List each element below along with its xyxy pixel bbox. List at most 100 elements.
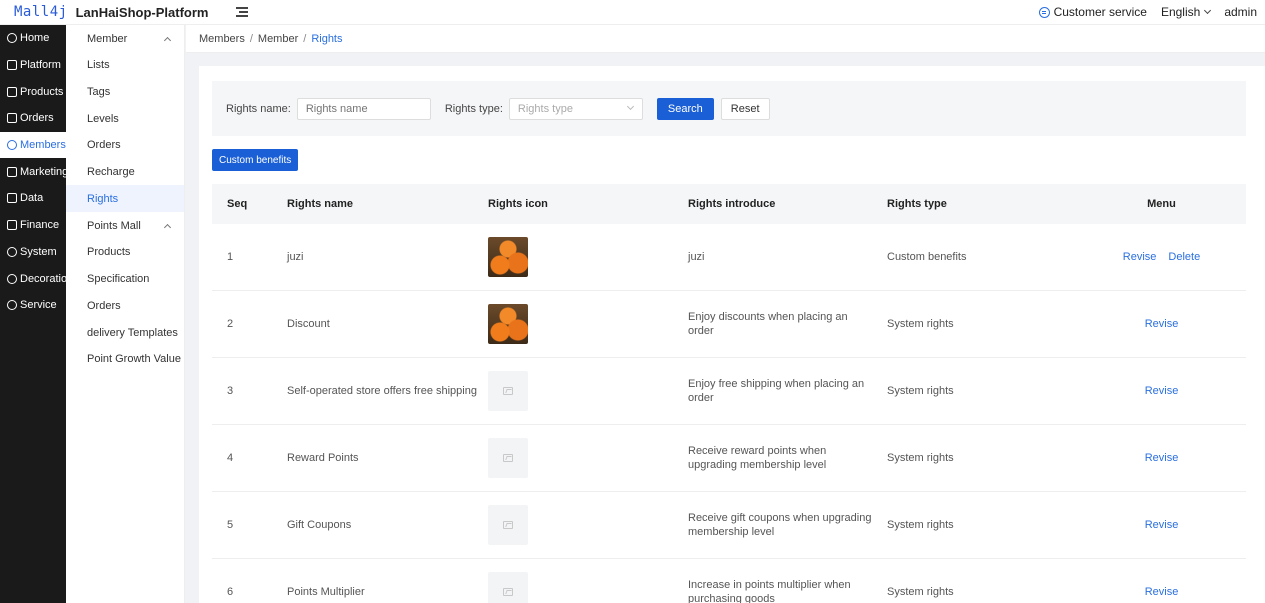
marketing-icon [7, 166, 17, 177]
rights-name-label: Rights name: [226, 102, 291, 115]
nav-label: Data [20, 192, 44, 205]
column-header: Rights introduce [688, 198, 776, 210]
submenu-item-tags[interactable]: Tags [66, 79, 184, 106]
nav-item-home[interactable]: Home [0, 25, 66, 52]
breadcrumb-separator: / [249, 32, 253, 45]
rights-type-cell: Custom benefits [887, 251, 967, 263]
seq-cell: 3 [227, 385, 234, 397]
submenu-group-points-mall[interactable]: Points Mall [66, 212, 184, 239]
custom-benefits-button[interactable]: Custom benefits [212, 149, 299, 171]
search-button[interactable]: Search [656, 97, 714, 120]
finance-icon [7, 220, 17, 231]
submenu-item-points-orders[interactable]: Orders [66, 293, 184, 320]
nav-item-finance[interactable]: Finance [0, 212, 66, 239]
members-icon [7, 140, 17, 151]
rights-name-input[interactable] [296, 97, 431, 120]
platform-icon [7, 60, 17, 71]
revise-button[interactable]: Revise [1145, 519, 1179, 531]
table-row: 3 Self-operated store offers free shippi… [212, 358, 1246, 425]
nav-label: Marketing [20, 165, 66, 178]
revise-button[interactable]: Revise [1123, 251, 1157, 263]
content-card: Rights name: Rights type: Rights type Se… [199, 66, 1265, 603]
language-label: English [1160, 5, 1201, 19]
service-icon [7, 300, 17, 311]
rights-type-cell: System rights [887, 318, 954, 330]
rights-intro-cell: Receive gift coupons when upgrading memb… [688, 512, 872, 538]
submenu-group-label: Points Mall [87, 219, 141, 232]
breadcrumb-current: Rights [311, 32, 343, 45]
menu-fold-icon[interactable] [236, 7, 249, 17]
revise-button[interactable]: Revise [1145, 385, 1179, 397]
column-header: Rights type [887, 198, 947, 210]
image-placeholder-icon [488, 505, 528, 545]
delete-button[interactable]: Delete [1168, 251, 1200, 263]
rights-type-cell: System rights [887, 385, 954, 397]
breadcrumb-item[interactable]: Members [199, 33, 245, 45]
search-form: Rights name: Rights type: Rights type Se… [212, 81, 1246, 136]
submenu-item-points-products[interactable]: Products [66, 239, 184, 266]
main-nav: Home Platform Products Orders Members Ma… [0, 25, 66, 603]
nav-item-products[interactable]: Products [0, 78, 66, 105]
menu-cell: Revise Delete [1077, 251, 1246, 263]
menu-cell: Revise [1077, 385, 1246, 397]
seq-cell: 2 [227, 318, 234, 330]
rights-icon-cell [488, 572, 688, 603]
submenu-item-delivery-templates[interactable]: delivery Templates [66, 319, 184, 346]
user-menu[interactable]: admin [1224, 5, 1257, 19]
submenu-item-specification[interactable]: Specification [66, 266, 184, 293]
submenu-item-recharge[interactable]: Recharge [66, 159, 184, 186]
nav-item-data[interactable]: Data [0, 185, 66, 212]
customer-service-label: Customer service [1053, 5, 1147, 19]
nav-item-service[interactable]: Service [0, 292, 66, 319]
logo: Mall4j [14, 4, 68, 20]
breadcrumb-item[interactable]: Member [258, 33, 298, 45]
submenu-item-orders[interactable]: Orders [66, 132, 184, 159]
table-header: Seq Rights name Rights icon Rights intro… [212, 184, 1246, 224]
submenu-item-lists[interactable]: Lists [66, 52, 184, 79]
language-select[interactable]: English [1160, 5, 1212, 19]
nav-item-orders[interactable]: Orders [0, 105, 66, 132]
image-placeholder-icon [488, 371, 528, 411]
rights-type-select[interactable]: Rights type [508, 97, 643, 120]
rights-table: Seq Rights name Rights icon Rights intro… [212, 184, 1246, 603]
rights-name-cell: juzi [287, 251, 304, 263]
rights-type-placeholder: Rights type [517, 102, 573, 115]
table-row: 1 juzi juzi Custom benefits Revise Delet… [212, 224, 1246, 291]
products-icon [7, 86, 17, 97]
orders-icon [7, 113, 17, 124]
breadcrumb-separator: / [303, 32, 307, 45]
revise-button[interactable]: Revise [1145, 318, 1179, 330]
column-header: Rights icon [488, 198, 548, 210]
revise-button[interactable]: Revise [1145, 452, 1179, 464]
customer-service-link[interactable]: Customer service [1038, 5, 1147, 19]
menu-cell: Revise [1077, 586, 1246, 598]
top-bar: Mall4j LanHaiShop-Platform Customer serv… [0, 0, 1265, 25]
seq-cell: 1 [227, 251, 234, 263]
nav-item-decoration[interactable]: Decoration [0, 265, 66, 292]
submenu-group-member[interactable]: Member [66, 25, 184, 52]
rights-type-cell: System rights [887, 586, 954, 598]
submenu-item-levels[interactable]: Levels [66, 105, 184, 132]
nav-label: Products [20, 85, 64, 98]
menu-cell: Revise [1077, 519, 1246, 531]
nav-item-marketing[interactable]: Marketing [0, 158, 66, 185]
rights-name-cell: Self-operated store offers free shipping [287, 385, 477, 397]
submenu-item-rights[interactable]: Rights [66, 185, 184, 213]
seq-cell: 4 [227, 452, 234, 464]
nav-label: Home [20, 32, 50, 45]
column-header: Menu [1147, 198, 1176, 210]
nav-item-members[interactable]: Members [0, 131, 66, 159]
submenu-group-label: Member [87, 32, 128, 45]
rights-name-cell: Reward Points [287, 452, 359, 464]
nav-item-platform[interactable]: Platform [0, 52, 66, 79]
chevron-up-icon [163, 36, 172, 44]
nav-label: Platform [20, 59, 61, 72]
seq-cell: 6 [227, 586, 234, 598]
menu-cell: Revise [1077, 318, 1246, 330]
rights-intro-cell: Receive reward points when upgrading mem… [688, 445, 827, 471]
chevron-down-icon [1204, 6, 1212, 15]
revise-button[interactable]: Revise [1145, 586, 1179, 598]
reset-button[interactable]: Reset [720, 97, 770, 120]
submenu-item-point-growth-value[interactable]: Point Growth Value [66, 346, 184, 373]
nav-item-system[interactable]: System [0, 239, 66, 266]
